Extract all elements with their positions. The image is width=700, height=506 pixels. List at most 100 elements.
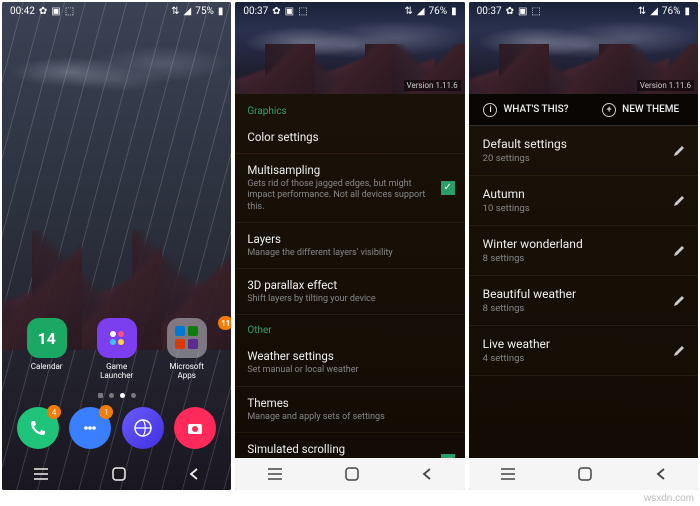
- app-label: Game Launcher: [91, 362, 143, 380]
- theme-row[interactable]: Autumn 10 settings: [469, 176, 698, 226]
- version-badge: Version 1.11.6: [637, 80, 694, 91]
- theme-name: Live weather: [483, 337, 684, 351]
- row-themes[interactable]: Themes Manage and apply sets of settings: [235, 387, 464, 433]
- navigation-bar: [235, 458, 464, 490]
- dock: 4 1: [2, 400, 231, 456]
- settings-icon: ✿: [506, 6, 514, 17]
- browser-app[interactable]: [122, 407, 164, 449]
- app-icon: ⬚: [298, 6, 307, 17]
- themes-toolbar: i WHAT'S THIS? + NEW THEME: [469, 94, 698, 126]
- status-bar: 00:37 ✿ ▣ ⬚ ⇅ ◢ 76% ▮: [235, 2, 464, 21]
- back-button[interactable]: [420, 467, 434, 481]
- camera-app[interactable]: [174, 407, 216, 449]
- row-title: Themes: [247, 396, 452, 410]
- app-microsoft[interactable]: 11 Microsoft Apps: [161, 318, 213, 380]
- page-indicator[interactable]: [2, 393, 231, 398]
- row-title: 3D parallax effect: [247, 278, 452, 292]
- back-button[interactable]: [187, 467, 201, 481]
- theme-name: Winter wonderland: [483, 237, 684, 251]
- home-screen: 00:42 ✿ ▣ ⬚ ⇅ ◢ 75% ▮ 14 Calendar Game L…: [2, 2, 231, 490]
- row-subtitle: Manage the different layers' visibility: [247, 248, 452, 259]
- badge: 4: [47, 405, 61, 419]
- battery-pct: 76%: [662, 6, 681, 17]
- settings-screen: 00:37 ✿ ▣ ⬚ ⇅ ◢ 76% ▮ Version 1.11.6 Gra…: [235, 2, 464, 490]
- settings-icon: ✿: [39, 6, 47, 17]
- app-label: Microsoft Apps: [161, 362, 213, 380]
- messages-app[interactable]: 1: [69, 407, 111, 449]
- row-parallax[interactable]: 3D parallax effect Shift layers by tilti…: [235, 269, 464, 315]
- badge: 1: [99, 405, 113, 419]
- battery-pct: 76%: [429, 6, 448, 17]
- page-dot-active: [120, 393, 125, 398]
- settings-icon: ✿: [272, 6, 280, 17]
- theme-row[interactable]: Live weather 4 settings: [469, 326, 698, 376]
- status-bar: 00:37 ✿ ▣ ⬚ ⇅ ◢ 76% ▮: [469, 2, 698, 21]
- row-multisampling[interactable]: Multisampling Gets rid of those jagged e…: [235, 154, 464, 223]
- home-button[interactable]: [111, 466, 127, 482]
- whats-this-button[interactable]: i WHAT'S THIS?: [469, 94, 584, 125]
- edit-icon[interactable]: [672, 344, 686, 358]
- app-icon: ⬚: [531, 6, 540, 17]
- row-title: Weather settings: [247, 349, 452, 363]
- button-label: NEW THEME: [622, 104, 679, 115]
- row-subtitle: Shift layers by tilting your device: [247, 294, 452, 305]
- home-dot: [98, 393, 103, 398]
- row-subtitle: Set manual or local weather: [247, 365, 452, 376]
- status-bar: 00:42 ✿ ▣ ⬚ ⇅ ◢ 75% ▮: [2, 2, 231, 21]
- app-icon: ▣: [518, 6, 527, 17]
- back-button[interactable]: [654, 467, 668, 481]
- app-icon: ▣: [285, 6, 294, 17]
- row-title: Layers: [247, 232, 452, 246]
- section-graphics: Graphics: [235, 96, 464, 121]
- recents-button[interactable]: [266, 467, 284, 481]
- theme-row[interactable]: Default settings 20 settings: [469, 126, 698, 176]
- navigation-bar: [2, 458, 231, 490]
- edit-icon[interactable]: [672, 144, 686, 158]
- battery-icon: ▮: [451, 6, 457, 17]
- recents-button[interactable]: [499, 467, 517, 481]
- section-other: Other: [235, 315, 464, 340]
- edit-icon[interactable]: [672, 294, 686, 308]
- theme-row[interactable]: Beautiful weather 8 settings: [469, 276, 698, 326]
- theme-row[interactable]: Winter wonderland 8 settings: [469, 226, 698, 276]
- row-title: Color settings: [247, 130, 452, 144]
- battery-pct: 75%: [195, 6, 214, 17]
- row-subtitle: Manage and apply sets of settings: [247, 412, 452, 423]
- page-dot: [131, 393, 136, 398]
- app-game-launcher[interactable]: Game Launcher: [91, 318, 143, 380]
- theme-name: Beautiful weather: [483, 287, 684, 301]
- row-subtitle: Gets rid of those jagged edges, but migh…: [247, 179, 452, 213]
- home-button[interactable]: [344, 466, 360, 482]
- button-label: WHAT'S THIS?: [503, 104, 568, 115]
- plus-icon: +: [602, 103, 616, 117]
- calendar-icon: 14: [27, 318, 67, 358]
- app-calendar[interactable]: 14 Calendar: [21, 318, 73, 380]
- row-title: Simulated scrolling: [247, 442, 452, 456]
- theme-count: 10 settings: [483, 203, 684, 214]
- row-color-settings[interactable]: Color settings: [235, 121, 464, 154]
- phone-app[interactable]: 4: [17, 407, 59, 449]
- themes-list[interactable]: Default settings 20 settings Autumn 10 s…: [469, 126, 698, 458]
- signal-icon: ◢: [417, 6, 425, 17]
- app-row: 14 Calendar Game Launcher 11 Microsoft A…: [2, 318, 231, 380]
- recents-button[interactable]: [32, 467, 50, 481]
- row-weather-settings[interactable]: Weather settings Set manual or local wea…: [235, 340, 464, 386]
- edit-icon[interactable]: [672, 244, 686, 258]
- app-icon: ▣: [51, 6, 60, 17]
- theme-count: 8 settings: [483, 303, 684, 314]
- row-layers[interactable]: Layers Manage the different layers' visi…: [235, 223, 464, 269]
- folder-icon: 11: [167, 318, 207, 358]
- theme-count: 20 settings: [483, 153, 684, 164]
- home-button[interactable]: [577, 466, 593, 482]
- status-time: 00:37: [243, 6, 268, 17]
- row-title: Multisampling: [247, 163, 452, 177]
- settings-list[interactable]: Graphics Color settings Multisampling Ge…: [235, 94, 464, 458]
- row-simulated-scrolling[interactable]: Simulated scrolling If your launcher doe…: [235, 433, 464, 458]
- theme-count: 8 settings: [483, 253, 684, 264]
- themes-screen: 00:37 ✿ ▣ ⬚ ⇅ ◢ 76% ▮ Version 1.11.6 i W…: [469, 2, 698, 490]
- new-theme-button[interactable]: + NEW THEME: [583, 94, 698, 125]
- checkbox-checked-icon[interactable]: ✓: [441, 181, 455, 195]
- page-dot: [109, 393, 114, 398]
- edit-icon[interactable]: [672, 194, 686, 208]
- wifi-icon: ⇅: [638, 6, 646, 17]
